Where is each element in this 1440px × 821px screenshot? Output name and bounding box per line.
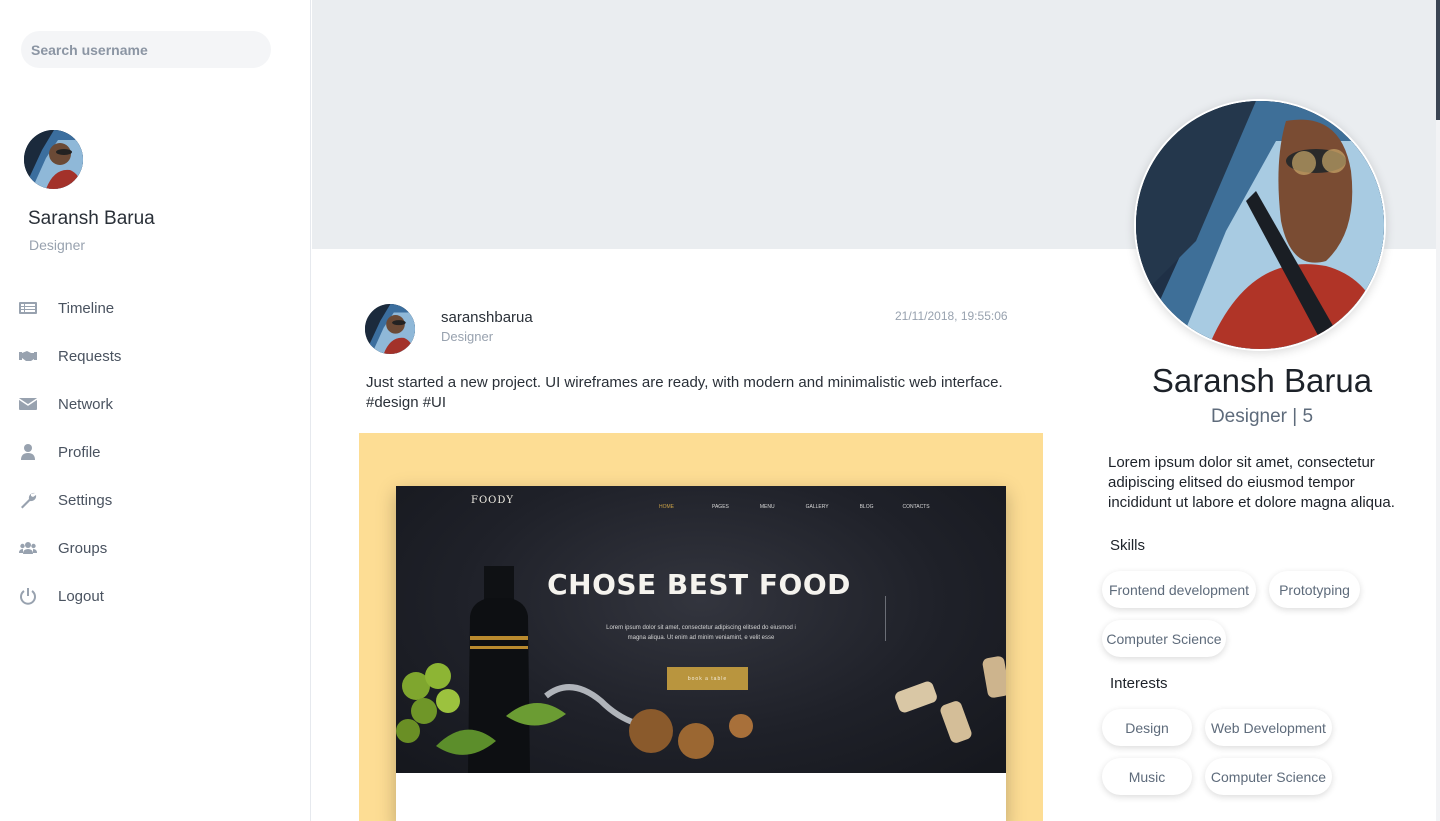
mockup-nav-item: BLOG <box>859 504 874 510</box>
skills-title: Skills <box>1110 537 1146 554</box>
interest-chip[interactable]: Computer Science <box>1205 758 1332 795</box>
envelope-icon <box>19 395 37 413</box>
sidebar-item-label: Requests <box>58 347 122 365</box>
sidebar-item-label: Network <box>58 395 114 413</box>
sidebar-item-timeline[interactable]: Timeline <box>0 284 311 332</box>
post-image[interactable]: FOODY HOME PAGES MENU GALLERY BLOG CONTA… <box>359 433 1043 821</box>
website-mockup: FOODY HOME PAGES MENU GALLERY BLOG CONTA… <box>396 486 1006 821</box>
mockup-divider <box>885 596 887 641</box>
mockup-nav-item: GALLERY <box>805 504 829 510</box>
sidebar-item-label: Logout <box>58 587 104 605</box>
scrollbar-thumb[interactable] <box>1436 0 1440 120</box>
mockup-headline: CHOSE BEST FOOD <box>547 568 851 601</box>
mockup-nav-item: MENU <box>759 504 775 510</box>
skill-chip[interactable]: Frontend development <box>1102 571 1256 608</box>
sidebar-item-label: Groups <box>58 539 108 557</box>
users-icon <box>19 539 37 557</box>
sidebar-item-network[interactable]: Network <box>0 380 311 428</box>
sidebar-nav: Timeline Requests Network Profile Settin… <box>0 284 311 620</box>
sidebar-item-label: Profile <box>58 443 101 461</box>
mockup-subtext-line: magna aliqua. Ut enim ad minim veniamint… <box>627 635 775 641</box>
interest-chip[interactable]: Music <box>1102 758 1192 795</box>
interests-title: Interests <box>1110 675 1168 692</box>
sidebar: Saransh Barua Designer Timeline Requests… <box>0 0 311 821</box>
avatar-photo <box>365 304 415 354</box>
sidebar-item-logout[interactable]: Logout <box>0 572 311 620</box>
mockup-nav-item: HOME <box>659 504 674 510</box>
sidebar-item-settings[interactable]: Settings <box>0 476 311 524</box>
profile-bio: Lorem ipsum dolor sit amet, consectetur … <box>1108 454 1395 511</box>
post-text: Just started a new project. UI wireframe… <box>366 374 1003 391</box>
mockup-book-button: book a table <box>667 667 748 690</box>
profile-role: Designer | 5 <box>1210 406 1314 427</box>
scrollbar-track[interactable] <box>1436 0 1440 821</box>
power-icon <box>19 587 37 605</box>
mockup-nav-item: PAGES <box>712 504 729 510</box>
mockup-nav: HOME PAGES MENU GALLERY BLOG CONTACTS <box>659 504 930 510</box>
profile-avatar[interactable] <box>1134 99 1386 351</box>
mockup-logo: FOODY <box>471 495 514 506</box>
sidebar-item-label: Timeline <box>58 299 115 317</box>
profile-name: Saransh Barua <box>1151 362 1373 399</box>
post-hashtags[interactable]: #design #UI <box>366 393 446 413</box>
mockup-subtext-line: Lorem ipsum dolor sit amet, consectetur … <box>606 625 796 631</box>
search-input[interactable] <box>21 31 271 68</box>
timeline-icon <box>19 299 37 317</box>
sidebar-profile-name: Saransh Barua <box>28 208 155 229</box>
sidebar-item-profile[interactable]: Profile <box>0 428 311 476</box>
skill-chip[interactable]: Prototyping <box>1269 571 1360 608</box>
handshake-icon <box>19 347 37 365</box>
user-icon <box>19 443 37 461</box>
post-avatar[interactable] <box>365 304 415 354</box>
sidebar-item-label: Settings <box>58 491 113 509</box>
post-username[interactable]: saranshbarua <box>441 309 533 326</box>
skill-chip[interactable]: Computer Science <box>1102 620 1226 657</box>
sidebar-item-requests[interactable]: Requests <box>0 332 311 380</box>
mockup-nav-item: CONTACTS <box>902 504 930 510</box>
mockup-subtext: Lorem ipsum dolor sit amet, consectetur … <box>586 623 816 643</box>
post-user-role: Designer <box>441 329 494 344</box>
interest-chip[interactable]: Web Development <box>1205 709 1332 746</box>
interest-chip[interactable]: Design <box>1102 709 1192 746</box>
wrench-icon <box>19 491 37 509</box>
sidebar-item-groups[interactable]: Groups <box>0 524 311 572</box>
avatar-photo <box>1136 101 1384 349</box>
avatar-photo <box>24 130 83 189</box>
sidebar-avatar[interactable] <box>24 130 83 189</box>
mockup-hero: FOODY HOME PAGES MENU GALLERY BLOG CONTA… <box>396 486 1006 773</box>
sidebar-profile-role: Designer <box>29 237 86 253</box>
post-timestamp: 21/11/2018, 19:55:06 <box>895 309 1008 323</box>
